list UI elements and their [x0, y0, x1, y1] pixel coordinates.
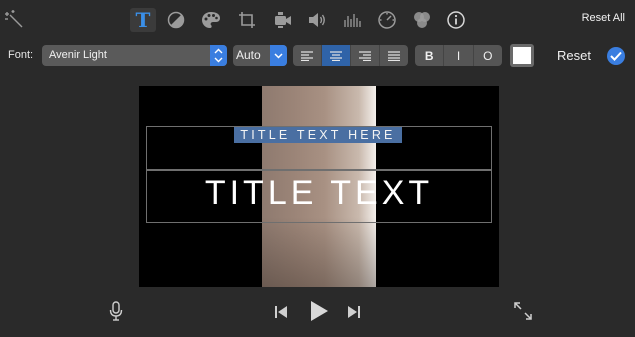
volume-icon[interactable]: [304, 8, 330, 32]
font-label: Font:: [8, 49, 34, 61]
color-palette-icon[interactable]: [198, 8, 224, 32]
outline-button[interactable]: O: [474, 45, 502, 66]
alignment-group: [293, 45, 408, 66]
align-center-icon: [330, 50, 342, 61]
align-center-button[interactable]: [322, 45, 351, 66]
chevron-down-icon[interactable]: [270, 45, 287, 66]
color-swatch: [513, 47, 531, 64]
color-balance-icon[interactable]: [163, 8, 189, 32]
magic-wand-icon[interactable]: [4, 9, 24, 29]
size-select-value: Auto: [236, 48, 261, 62]
align-justify-icon: [388, 50, 400, 61]
equalizer-icon[interactable]: [339, 8, 365, 32]
style-group: B I O: [415, 45, 502, 66]
bold-button[interactable]: B: [415, 45, 445, 66]
align-justify-button[interactable]: [380, 45, 408, 66]
text-color-well[interactable]: [510, 44, 534, 67]
title-text[interactable]: TITLE TEXT: [139, 174, 499, 213]
title-icon[interactable]: T: [130, 8, 156, 32]
subtitle-text[interactable]: TITLE TEXT HERE: [234, 127, 402, 143]
crop-icon[interactable]: [234, 8, 260, 32]
reset-button[interactable]: Reset: [557, 48, 591, 63]
font-stepper-icon[interactable]: [210, 45, 227, 66]
font-select[interactable]: Avenir Light: [42, 45, 227, 66]
play-icon[interactable]: [307, 299, 331, 323]
info-icon[interactable]: [443, 8, 469, 32]
apply-checkmark-icon[interactable]: [607, 47, 625, 65]
stabilization-icon[interactable]: [270, 8, 296, 32]
fullscreen-icon[interactable]: [513, 301, 533, 321]
reset-all-button[interactable]: Reset All: [582, 12, 625, 24]
speed-icon[interactable]: [374, 8, 400, 32]
size-select[interactable]: Auto: [233, 45, 287, 66]
skip-back-icon[interactable]: [272, 303, 290, 321]
skip-forward-icon[interactable]: [345, 303, 363, 321]
align-right-icon: [359, 50, 371, 61]
align-right-button[interactable]: [351, 45, 380, 66]
filter-icon[interactable]: [409, 8, 435, 32]
italic-button[interactable]: I: [444, 45, 474, 66]
video-viewer[interactable]: TITLE TEXT HERE TITLE TEXT: [139, 86, 499, 287]
microphone-icon[interactable]: [106, 300, 126, 322]
align-left-button[interactable]: [293, 45, 322, 66]
font-select-value: Avenir Light: [49, 49, 107, 61]
align-left-icon: [301, 50, 313, 61]
